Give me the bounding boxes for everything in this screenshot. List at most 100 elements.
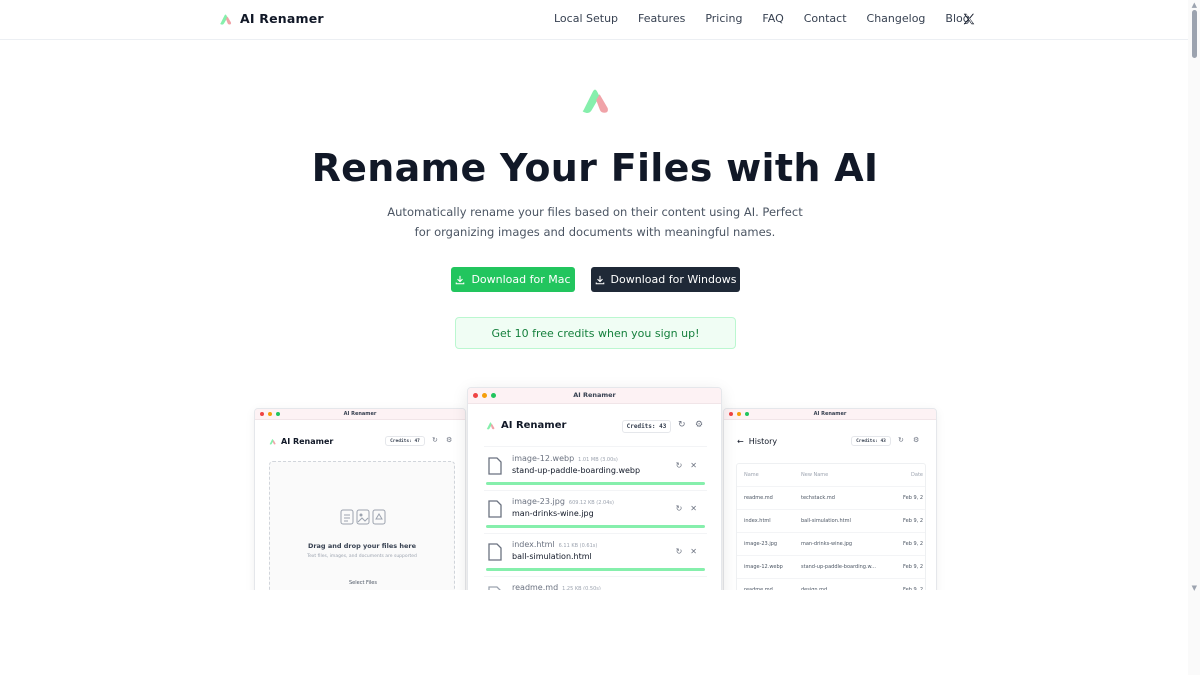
table-row[interactable]: index.html ball-simulation.html Feb 9, 2 [737, 510, 925, 533]
main-nav: Local Setup Features Pricing FAQ Contact… [554, 12, 970, 25]
brand-name: AI Renamer [240, 11, 324, 26]
credits-badge: Credits: 43 [622, 420, 671, 433]
x-twitter-icon[interactable] [962, 12, 976, 26]
gear-icon[interactable]: ⚙ [695, 420, 703, 430]
page-scrollbar[interactable]: ▲ ▼ [1188, 0, 1200, 675]
progress-bar [486, 568, 705, 571]
table-row[interactable]: image-23.jpg man-drinks-wine.jpg Feb 9, … [737, 533, 925, 556]
credits-badge: Credits: 43 [851, 436, 891, 446]
logo-icon [269, 439, 276, 445]
dropzone-subtitle: Text files, images, and documents are su… [307, 554, 417, 559]
nav-features[interactable]: Features [638, 12, 685, 25]
cell-date: Feb 9, 2 [903, 564, 923, 570]
close-icon[interactable]: ✕ [690, 461, 697, 470]
cell-name: image-12.webp [744, 564, 783, 570]
window-title: AI Renamer [813, 411, 847, 417]
column-header-new-name: New Name [801, 472, 829, 478]
hero-subtitle-line-2: for organizing images and documents with… [414, 225, 776, 239]
retry-icon[interactable]: ↻ [676, 547, 683, 556]
file-original: index.html 6.11 KB (0.61s) [512, 540, 597, 549]
brand-link[interactable]: AI Renamer [219, 11, 324, 26]
app-screenshot-files: AI Renamer AI Renamer Credits: 43 ↻ ⚙ im… [467, 387, 722, 617]
download-mac-button[interactable]: Download for Mac [451, 267, 575, 292]
select-files-button[interactable]: Select Files [342, 578, 384, 589]
window-title: AI Renamer [573, 391, 616, 399]
hero-subtitle-line-1: Automatically rename your files based on… [387, 205, 803, 219]
document-icon [488, 543, 502, 561]
window-titlebar: AI Renamer [255, 409, 465, 420]
history-icon[interactable]: ↻ [898, 436, 904, 444]
nav-contact[interactable]: Contact [804, 12, 847, 25]
file-meta: 6.11 KB (0.61s) [558, 543, 598, 549]
scroll-thumb[interactable] [1192, 10, 1197, 58]
progress-bar [486, 525, 705, 528]
nav-pricing[interactable]: Pricing [705, 12, 742, 25]
file-renamed: ball-simulation.html [512, 552, 592, 561]
file-meta: 609.12 KB (2.04s) [568, 500, 614, 506]
gear-icon[interactable]: ⚙ [446, 436, 452, 444]
retry-icon[interactable]: ↻ [676, 461, 683, 470]
column-header-name: Name [744, 472, 759, 478]
gear-icon[interactable]: ⚙ [913, 436, 919, 444]
cell-new-name: stand-up-paddle-boarding.w... [801, 564, 876, 570]
retry-icon[interactable]: ↻ [676, 504, 683, 513]
cell-name: image-23.jpg [744, 541, 778, 547]
app-screenshot-history: AI Renamer ← History Credits: 43 ↻ ⚙ Nam… [723, 408, 937, 608]
history-header: ← History [737, 437, 777, 446]
file-row: image-23.jpg 609.12 KB (2.04s) man-drinks… [484, 495, 707, 529]
file-row: index.html 6.11 KB (0.61s) ball-simulatio… [484, 538, 707, 572]
document-icon [488, 457, 502, 475]
cell-date: Feb 9, 2 [903, 518, 923, 524]
file-actions: ↻ ✕ [676, 504, 697, 513]
nav-local-setup[interactable]: Local Setup [554, 12, 618, 25]
table-row[interactable]: readme.md techstack.md Feb 9, 2 [737, 487, 925, 510]
file-original: image-12.webp 1.01 MB (3.00s) [512, 454, 618, 463]
column-header-date: Date [911, 472, 923, 478]
page-bottom-area [0, 590, 1188, 675]
download-mac-label: Download for Mac [471, 273, 571, 286]
table-row[interactable]: image-12.webp stand-up-paddle-boarding.w… [737, 556, 925, 579]
app-brand-name: AI Renamer [501, 420, 567, 431]
free-credits-text: Get 10 free credits when you sign up! [491, 326, 700, 340]
file-original-name: image-23.jpg [512, 497, 565, 506]
hero-title: Rename Your Files with AI [311, 146, 879, 190]
app-screenshot-dropzone: AI Renamer AI Renamer Credits: 47 ↻ ⚙ Dr… [254, 408, 466, 608]
close-icon[interactable]: ✕ [690, 504, 697, 513]
hero-logo-icon [582, 89, 608, 113]
divider [484, 576, 707, 577]
hero-subtitle: Automatically rename your files based on… [380, 202, 810, 242]
download-windows-button[interactable]: Download for Windows [591, 267, 740, 292]
close-icon[interactable]: ✕ [690, 547, 697, 556]
history-table: Name New Name Date readme.md techstack.m… [736, 463, 926, 607]
logo-icon [220, 14, 232, 25]
history-icon[interactable]: ↻ [678, 420, 686, 430]
site-header: AI Renamer Local Setup Features Pricing … [0, 0, 1200, 40]
cell-date: Feb 9, 2 [903, 495, 923, 501]
file-row: image-12.webp 1.01 MB (3.00s) stand-up-pa… [484, 452, 707, 486]
table-header-row: Name New Name Date [737, 464, 925, 487]
back-arrow-icon[interactable]: ← [737, 437, 744, 446]
nav-faq[interactable]: FAQ [762, 12, 783, 25]
document-icon [340, 509, 354, 525]
file-original-name: image-12.webp [512, 454, 575, 463]
free-credits-banner[interactable]: Get 10 free credits when you sign up! [455, 317, 736, 349]
cell-new-name: techstack.md [801, 495, 835, 501]
file-actions: ↻ ✕ [676, 461, 697, 470]
scroll-down-icon[interactable]: ▼ [1192, 584, 1197, 592]
nav-changelog[interactable]: Changelog [867, 12, 926, 25]
progress-bar [486, 482, 705, 485]
file-icon [372, 509, 386, 525]
cell-new-name: ball-simulation.html [801, 518, 851, 524]
app-brand: AI Renamer [486, 420, 566, 431]
file-dropzone[interactable]: Drag and drop your files here Text files… [269, 461, 455, 607]
window-title: AI Renamer [343, 411, 377, 417]
app-brand: AI Renamer [269, 437, 333, 446]
document-icon [488, 500, 502, 518]
file-meta: 1.01 MB (3.00s) [578, 457, 618, 463]
divider [484, 490, 707, 491]
window-titlebar: AI Renamer [724, 409, 936, 420]
history-heading: History [748, 437, 778, 446]
scroll-up-icon[interactable]: ▲ [1192, 1, 1197, 9]
download-windows-label: Download for Windows [610, 273, 737, 286]
history-icon[interactable]: ↻ [432, 436, 438, 444]
